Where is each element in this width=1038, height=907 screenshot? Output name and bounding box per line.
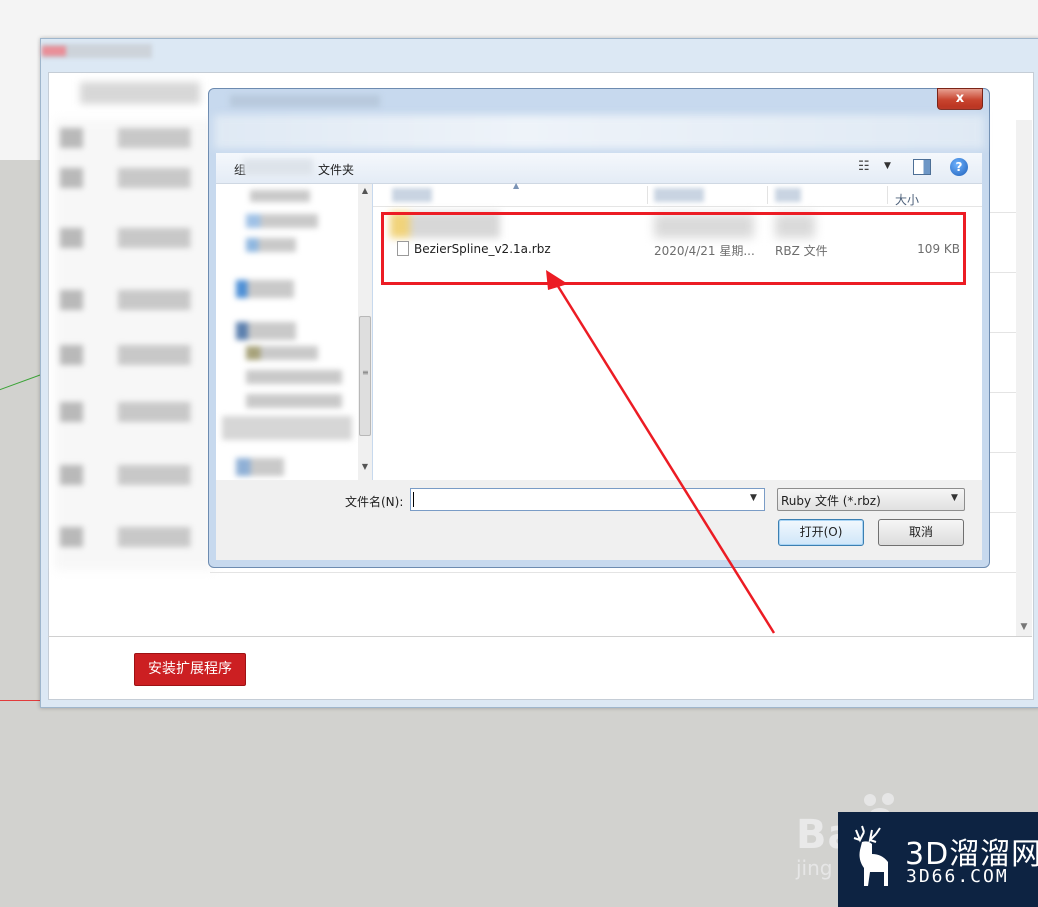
annotation-highlight-box xyxy=(381,212,966,285)
scroll-up-icon[interactable]: ▲ xyxy=(358,186,372,195)
scroll-grip-icon: ≡ xyxy=(362,368,369,377)
dialog-caption-blurred xyxy=(230,95,380,107)
nav-item-blurred[interactable] xyxy=(236,458,284,476)
dropdown-arrow-icon[interactable]: ▼ xyxy=(951,493,958,503)
nav-item-blurred[interactable] xyxy=(246,394,342,408)
scroll-down-icon[interactable]: ▼ xyxy=(1016,620,1032,634)
filetype-selected-value: Ruby 文件 (*.rbz) xyxy=(781,494,881,508)
sidebar-row-blurred[interactable] xyxy=(60,290,205,310)
toolbar-blurred-region xyxy=(243,159,313,175)
filename-label: 文件名(N): xyxy=(345,495,404,509)
sort-ascending-icon: ▲ xyxy=(513,181,520,190)
column-separator[interactable] xyxy=(647,186,648,204)
filename-input[interactable] xyxy=(410,488,765,511)
nav-item-blurred[interactable] xyxy=(246,238,296,252)
nav-item-blurred[interactable] xyxy=(246,214,318,228)
sidebar-row-blurred[interactable] xyxy=(60,228,205,248)
red-axis-line xyxy=(0,700,45,701)
sidebar-row-blurred[interactable] xyxy=(60,345,205,365)
extension-manager-icon-blurred xyxy=(42,46,66,56)
cancel-button[interactable]: 取消 xyxy=(878,519,964,546)
column-separator[interactable] xyxy=(767,186,768,204)
close-icon[interactable]: x xyxy=(937,88,983,110)
column-header-type-blurred[interactable] xyxy=(775,188,801,202)
nav-item-blurred[interactable] xyxy=(246,370,342,384)
baidu-watermark-sub: jing xyxy=(796,856,833,880)
extension-list-scrollbar[interactable] xyxy=(1016,120,1032,636)
new-folder-button[interactable]: 文件夹 xyxy=(318,161,354,178)
column-header-name-blurred[interactable] xyxy=(392,188,432,202)
site-logo-subtext: 3D66.COM xyxy=(906,866,1009,887)
view-menu-icon[interactable]: ☷ xyxy=(858,159,880,175)
nav-item-blurred[interactable] xyxy=(236,280,294,298)
address-bar-blurred[interactable] xyxy=(214,115,984,149)
sidebar-row-blurred[interactable] xyxy=(60,128,205,148)
sidebar-row-blurred[interactable] xyxy=(60,527,205,547)
column-separator[interactable] xyxy=(887,186,888,204)
column-header-date-blurred[interactable] xyxy=(654,188,704,202)
nav-item-blurred[interactable] xyxy=(250,190,310,202)
chevron-down-icon[interactable]: ▼ xyxy=(884,161,891,171)
sidebar-row-blurred[interactable] xyxy=(60,465,205,485)
help-icon[interactable]: ? xyxy=(950,158,968,176)
extension-list-divider xyxy=(210,572,1016,573)
extension-manager-header-blurred xyxy=(80,82,200,104)
open-button[interactable]: 打开(O) xyxy=(778,519,864,546)
scroll-down-icon[interactable]: ▼ xyxy=(358,462,372,471)
deer-logo-icon xyxy=(853,825,888,886)
sidebar-row-blurred[interactable] xyxy=(60,168,205,188)
extension-manager-footer-divider xyxy=(48,636,1032,637)
text-caret xyxy=(413,492,414,507)
preview-pane-icon[interactable] xyxy=(913,159,931,175)
nav-item-selected-blurred[interactable] xyxy=(222,416,352,440)
install-extension-button[interactable]: 安装扩展程序 xyxy=(134,653,246,686)
nav-item-blurred[interactable] xyxy=(246,346,318,360)
sidebar-row-blurred[interactable] xyxy=(60,402,205,422)
dropdown-arrow-icon[interactable]: ▼ xyxy=(750,493,757,503)
column-header-size[interactable]: 大小 xyxy=(895,191,919,208)
nav-item-blurred[interactable] xyxy=(236,322,296,340)
